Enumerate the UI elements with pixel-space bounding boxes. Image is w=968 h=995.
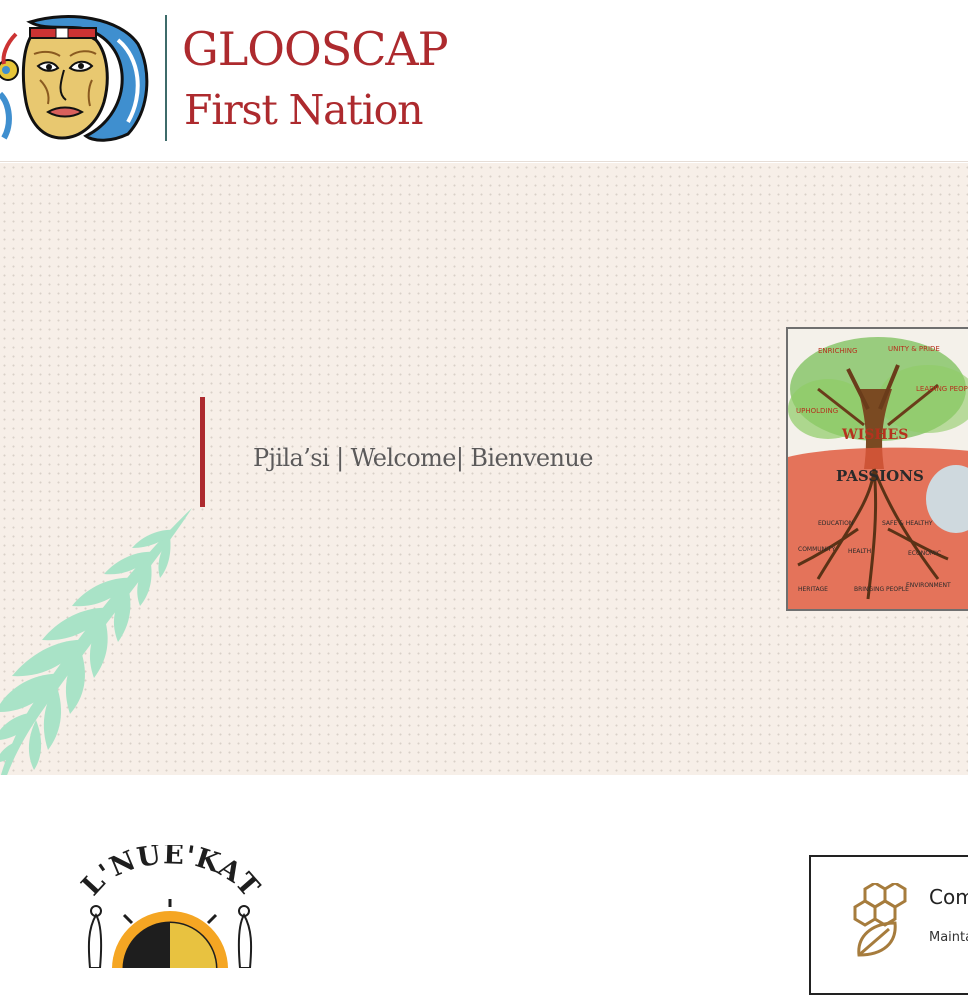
svg-text:ENRICHING: ENRICHING <box>818 347 857 355</box>
card-text: Mainta <box>929 930 968 945</box>
elder-portrait-logo-icon <box>0 15 149 142</box>
svg-text:PASSIONS: PASSIONS <box>836 467 924 485</box>
card-title: Com <box>929 885 968 909</box>
svg-text:WISHES: WISHES <box>841 427 908 443</box>
svg-text:HERITAGE: HERITAGE <box>798 586 828 593</box>
hero-accent-bar <box>200 397 205 507</box>
logo-title[interactable]: GLOOSCAP <box>182 22 449 76</box>
community-info-card[interactable]: Com Mainta <box>809 855 968 995</box>
svg-text:ECONOMIC: ECONOMIC <box>908 550 941 557</box>
svg-text:SAFE & HEALTHY: SAFE & HEALTHY <box>882 520 933 527</box>
lnuekati-logo-icon[interactable]: L'NUE'KATI <box>70 845 270 968</box>
logo-divider <box>165 15 167 141</box>
partners-section: L'NUE'KATI Com <box>0 775 968 995</box>
lnuekati-logo-text: L'NUE'KATI <box>70 845 265 904</box>
hero-welcome-heading: Pjila’si | Welcome| Bienvenue <box>253 444 593 472</box>
svg-text:LEADING PEOPLE: LEADING PEOPLE <box>916 385 968 393</box>
svg-text:BRINGING PEOPLE: BRINGING PEOPLE <box>854 586 909 593</box>
hero-banner: Pjila’si | Welcome| Bienvenue ENRICHING … <box>0 163 968 775</box>
svg-text:UNITY & PRIDE: UNITY & PRIDE <box>888 345 940 353</box>
honeycomb-leaf-icon <box>853 883 907 957</box>
svg-text:COMMUNITY: COMMUNITY <box>798 546 836 553</box>
svg-text:L'NUE'KATI: L'NUE'KATI <box>70 845 266 904</box>
fern-decoration-icon <box>0 508 192 775</box>
hero-whiteboard-image[interactable]: ENRICHING UNITY & PRIDE UPHOLDING LEADIN… <box>786 327 968 611</box>
tree-drawing-icon: ENRICHING UNITY & PRIDE UPHOLDING LEADIN… <box>788 329 968 609</box>
svg-text:HEALTH: HEALTH <box>848 548 871 555</box>
svg-text:ENVIRONMENT: ENVIRONMENT <box>906 582 951 589</box>
site-header: GLOOSCAP First Nation <box>0 0 968 162</box>
svg-text:EDUCATION: EDUCATION <box>818 520 853 527</box>
svg-text:UPHOLDING: UPHOLDING <box>796 407 838 415</box>
logo-subtitle[interactable]: First Nation <box>184 85 424 135</box>
